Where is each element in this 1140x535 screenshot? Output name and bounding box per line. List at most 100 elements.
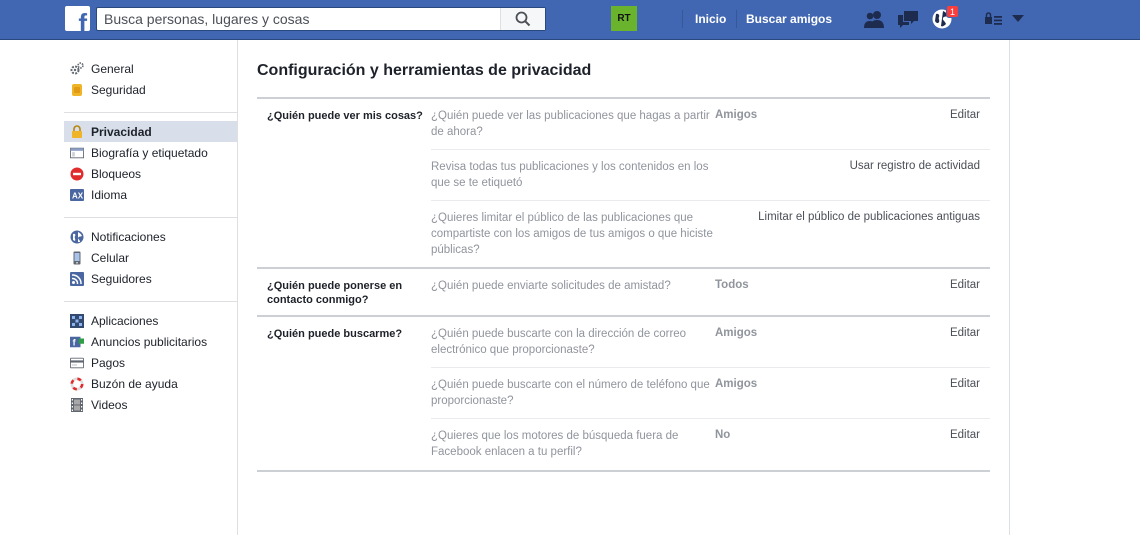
setting-row[interactable]: Revisa todas tus publicaciones y los con… xyxy=(431,150,990,201)
privacy-settings-table: ¿Quién puede ver mis cosas? ¿Quién puede… xyxy=(257,97,990,472)
setting-row[interactable]: ¿Quién puede buscarte con la dirección d… xyxy=(431,317,990,368)
privacy-shortcuts-button[interactable] xyxy=(984,8,1004,30)
setting-row[interactable]: ¿Quieres limitar el público de las publi… xyxy=(431,201,990,267)
setting-question: ¿Quién puede ver las publicaciones que h… xyxy=(431,110,710,138)
home-link[interactable]: Inicio xyxy=(695,12,726,26)
card-icon xyxy=(70,356,84,370)
caret-down-icon xyxy=(1012,15,1024,22)
setting-value: Amigos xyxy=(715,327,758,339)
content-border-left xyxy=(237,40,238,535)
setting-value: No xyxy=(715,429,731,441)
page-title: Configuración y herramientas de privacid… xyxy=(257,62,592,79)
edit-link[interactable]: Editar xyxy=(795,419,990,470)
edit-link[interactable]: Editar xyxy=(795,269,990,315)
content-border-right xyxy=(1009,40,1010,535)
section-who-can-look-me-up: ¿Quién puede buscarme? ¿Quién puede busc… xyxy=(257,317,990,472)
sidebar-group-account: General Seguridad xyxy=(64,58,238,106)
search-input[interactable] xyxy=(97,8,501,30)
nav-divider xyxy=(682,10,683,28)
rss-icon xyxy=(70,271,84,286)
section-heading: ¿Quién puede ver mis cosas? xyxy=(267,110,423,122)
block-icon xyxy=(70,167,84,181)
gear-icon xyxy=(70,61,84,76)
setting-question: ¿Quieres limitar el público de las publi… xyxy=(431,212,713,256)
sidebar-item-payments[interactable]: Pagos xyxy=(64,352,238,373)
sidebar-item-blocking[interactable]: Bloqueos xyxy=(64,163,238,184)
ads-icon: f xyxy=(70,335,84,349)
sidebar-item-label: Idioma xyxy=(91,187,128,202)
badge-icon xyxy=(70,83,84,97)
setting-value: Amigos xyxy=(715,378,758,390)
timeline-icon xyxy=(70,146,84,160)
friends-icon xyxy=(864,11,884,28)
sidebar-item-label: Buzón de ayuda xyxy=(91,376,178,391)
search-icon xyxy=(515,11,531,27)
find-friends-link[interactable]: Buscar amigos xyxy=(746,12,832,26)
sidebar-item-general[interactable]: General xyxy=(64,58,238,79)
setting-value: Amigos xyxy=(715,109,758,121)
sidebar-divider xyxy=(64,112,238,113)
language-icon: AX xyxy=(70,188,84,202)
setting-row[interactable]: ¿Quién puede ver las publicaciones que h… xyxy=(431,99,990,150)
sidebar-item-security[interactable]: Seguridad xyxy=(64,79,238,100)
svg-text:AX: AX xyxy=(72,191,84,200)
search-button[interactable] xyxy=(500,8,545,30)
sidebar-item-support-inbox[interactable]: Buzón de ayuda xyxy=(64,373,238,394)
lock-icon xyxy=(70,124,84,139)
film-icon xyxy=(70,397,84,412)
setting-row[interactable]: ¿Quieres que los motores de búsqueda fue… xyxy=(431,419,990,470)
setting-row[interactable]: ¿Quién puede buscarte con el número de t… xyxy=(431,368,990,419)
apps-icon xyxy=(70,313,84,328)
sidebar-divider xyxy=(64,301,238,302)
section-who-can-see: ¿Quién puede ver mis cosas? ¿Quién puede… xyxy=(257,99,990,269)
sidebar-item-label: General xyxy=(91,61,134,76)
section-who-can-contact: ¿Quién puede ponerse en contacto conmigo… xyxy=(257,269,990,317)
section-heading: ¿Quién puede ponerse en contacto conmigo… xyxy=(267,280,403,306)
lifebuoy-icon xyxy=(70,377,84,391)
sidebar-item-label: Anuncios publicitarios xyxy=(91,334,208,349)
messages-icon xyxy=(898,11,918,28)
setting-question: ¿Quién puede buscarte con el número de t… xyxy=(431,379,710,407)
sidebar-item-videos[interactable]: Videos xyxy=(64,394,238,415)
facebook-logo-icon[interactable]: f xyxy=(65,6,90,31)
setting-question: ¿Quién puede buscarte con la dirección d… xyxy=(431,328,687,356)
sidebar-item-ads[interactable]: f Anuncios publicitarios xyxy=(64,331,238,352)
sidebar-item-label: Pagos xyxy=(91,355,126,370)
account-menu-button[interactable] xyxy=(1010,8,1026,30)
edit-link[interactable]: Editar xyxy=(795,317,990,367)
setting-value: Todos xyxy=(715,279,749,291)
section-heading: ¿Quién puede buscarme? xyxy=(267,328,403,340)
sidebar-item-label: Bloqueos xyxy=(91,166,142,181)
sidebar-divider xyxy=(64,217,238,218)
sidebar-item-notifications[interactable]: Notificaciones xyxy=(64,226,238,247)
setting-question: Revisa todas tus publicaciones y los con… xyxy=(431,161,709,189)
sidebar-item-label: Privacidad xyxy=(91,124,152,139)
edit-link[interactable]: Editar xyxy=(795,99,990,149)
sidebar-item-mobile[interactable]: Celular xyxy=(64,247,238,268)
setting-question: ¿Quién puede enviarte solicitudes de ami… xyxy=(431,280,671,292)
sidebar-item-apps[interactable]: Aplicaciones xyxy=(64,310,238,331)
sidebar-item-label: Celular xyxy=(91,250,130,265)
sidebar-item-language[interactable]: AX Idioma xyxy=(64,184,238,205)
sidebar-item-timeline-tagging[interactable]: Biografía y etiquetado xyxy=(64,142,238,163)
sidebar-item-label: Aplicaciones xyxy=(91,313,159,328)
sidebar-item-label: Biografía y etiquetado xyxy=(91,145,208,160)
sidebar-item-label: Videos xyxy=(91,397,128,412)
setting-row[interactable]: ¿Quién puede enviarte solicitudes de ami… xyxy=(431,269,990,315)
messages-button[interactable] xyxy=(896,8,920,30)
sidebar-item-label: Seguridad xyxy=(91,82,146,97)
sidebar-item-label: Seguidores xyxy=(91,271,152,286)
sidebar-group-notifications: Notificaciones Celular Seguidores xyxy=(64,226,238,295)
rt-profile-avatar[interactable]: RT xyxy=(611,6,637,31)
sidebar-item-followers[interactable]: Seguidores xyxy=(64,268,238,289)
friend-requests-button[interactable] xyxy=(862,8,886,30)
limit-past-posts-link[interactable]: Limitar el público de publicaciones anti… xyxy=(715,201,990,267)
phone-icon xyxy=(70,251,84,265)
use-activity-log-link[interactable]: Usar registro de actividad xyxy=(715,150,990,200)
sidebar-item-label: Notificaciones xyxy=(91,229,166,244)
sidebar-item-privacy[interactable]: Privacidad xyxy=(64,121,238,142)
edit-link[interactable]: Editar xyxy=(795,368,990,418)
lock-menu-icon xyxy=(985,12,1002,25)
settings-sidebar: General Seguridad Privacidad Biografía y… xyxy=(64,58,238,421)
notification-count-badge: 1 xyxy=(946,5,959,18)
